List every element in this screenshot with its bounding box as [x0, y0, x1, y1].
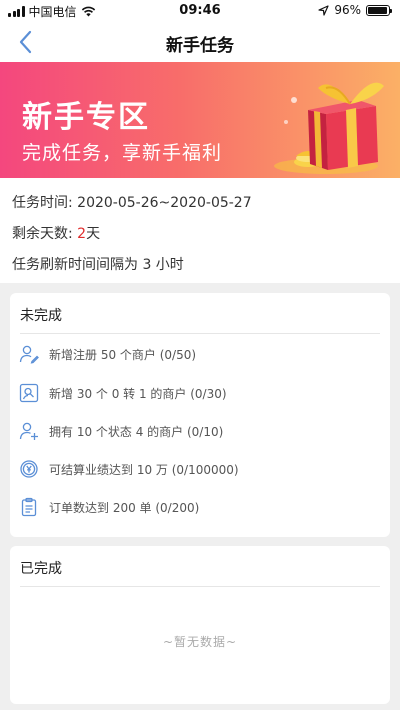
task-label: 订单数达到 200 单 (0/200): [49, 500, 200, 515]
user-add-icon: [18, 420, 40, 442]
status-right: 96%: [318, 3, 392, 17]
task-info: 任务时间: 2020-05-26~2020-05-27 剩余天数: 2天 任务刷…: [0, 178, 400, 283]
page-title: 新手任务: [166, 36, 234, 56]
banner-title: 新手专区: [22, 100, 150, 135]
divider: [20, 586, 380, 587]
task-item-convert-merchants[interactable]: 新增 30 个 0 转 1 的商户 (0/30): [18, 379, 378, 407]
task-period-label: 任务时间:: [12, 195, 78, 211]
remaining-days: 剩余天数: 2天: [12, 223, 100, 243]
user-search-icon: [18, 382, 40, 404]
battery-label: 96%: [334, 3, 361, 17]
battery-icon: [366, 4, 392, 16]
task-item-status-merchants[interactable]: 拥有 10 个状态 4 的商户 (0/10): [18, 417, 378, 445]
user-edit-icon: [18, 343, 40, 365]
incomplete-title: 未完成: [20, 308, 62, 324]
empty-state-text: ~暂无数据~: [162, 635, 238, 649]
promo-banner: 新手专区 完成任务，享新手福利: [0, 62, 400, 178]
battery-fill: [368, 6, 388, 14]
clipboard-icon: [18, 496, 40, 518]
task-item-settlement-performance[interactable]: 可结算业绩达到 10 万 (0/100000): [18, 455, 378, 483]
task-item-register-merchants[interactable]: 新增注册 50 个商户 (0/50): [18, 340, 378, 368]
task-label: 新增 30 个 0 转 1 的商户 (0/30): [49, 386, 227, 401]
task-period: 任务时间: 2020-05-26~2020-05-27: [12, 192, 252, 212]
remaining-days-unit: 天: [86, 226, 101, 242]
task-label: 拥有 10 个状态 4 的商户 (0/10): [49, 424, 224, 439]
task-label: 可结算业绩达到 10 万 (0/100000): [49, 462, 239, 477]
location-arrow-icon: [318, 4, 329, 16]
remaining-days-value: 2: [77, 226, 87, 242]
completed-title: 已完成: [20, 561, 62, 577]
remaining-days-label: 剩余天数:: [12, 226, 78, 242]
banner-subtitle: 完成任务，享新手福利: [22, 142, 223, 164]
status-bar: 中国电信 09:46 96%: [0, 0, 400, 22]
completed-tasks-card: 已完成 ~暂无数据~: [10, 546, 390, 704]
task-item-order-count[interactable]: 订单数达到 200 单 (0/200): [18, 493, 378, 521]
gift-box-icon: [274, 82, 384, 174]
task-label: 新增注册 50 个商户 (0/50): [49, 347, 197, 362]
coin-yen-icon: [18, 458, 40, 480]
nav-bar: 新手任务: [0, 22, 400, 62]
refresh-interval: 任务刷新时间间隔为 3 小时: [12, 257, 184, 273]
divider: [20, 333, 380, 334]
task-period-value: 2020-05-26~2020-05-27: [77, 195, 252, 211]
incomplete-tasks-card: 未完成 新增注册 50 个商户 (0/50) 新增 30 个 0 转 1 的商户…: [10, 293, 390, 537]
